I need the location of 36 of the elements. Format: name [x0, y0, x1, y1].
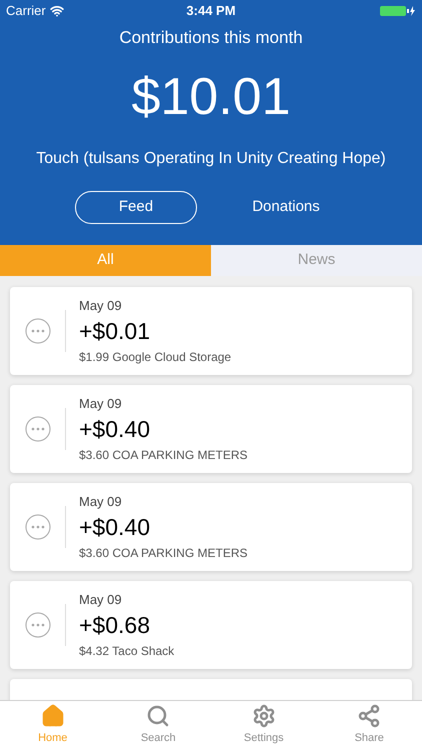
- transaction-card[interactable]: May 09 +$0.68 $4.32 Taco Shack: [10, 581, 412, 669]
- transaction-description: $4.32 Taco Shack: [79, 643, 174, 660]
- transaction-date: May 09: [79, 394, 123, 413]
- transaction-date: May 09: [79, 590, 123, 609]
- more-icon[interactable]: [24, 416, 50, 442]
- tab-bar-item[interactable]: Share: [316, 701, 422, 750]
- transaction-amount: +$0.40: [79, 513, 151, 542]
- search-icon: [146, 704, 170, 728]
- tab-bar-item[interactable]: Settings: [211, 701, 316, 750]
- transaction-amount: +$0.68: [79, 611, 151, 640]
- carrier-name: Carrier: [6, 2, 46, 20]
- more-icon[interactable]: [24, 514, 50, 540]
- transaction-card[interactable]: May 09 +$0.40 $3.60 COA PARKING METERS: [10, 385, 412, 473]
- contribution-amount: $10.01: [130, 70, 292, 122]
- settings-icon: [252, 704, 276, 728]
- battery-icon: [380, 5, 416, 17]
- transaction-amount: +$0.01: [79, 317, 151, 346]
- transaction-card[interactable]: May 09 +$0.40 $3.60 COA PARKING METERS: [10, 483, 412, 571]
- home-icon: [40, 704, 65, 728]
- more-icon[interactable]: [24, 318, 50, 344]
- view-toggle[interactable]: Donations: [225, 190, 347, 224]
- status-time: 3:44 PM: [186, 2, 236, 20]
- transaction-description: $3.60 COA PARKING METERS: [79, 545, 248, 562]
- share-icon: [357, 704, 382, 728]
- header-title: Contributions this month: [118, 27, 304, 49]
- tab-bar-item[interactable]: Search: [106, 701, 211, 750]
- view-toggle[interactable]: Feed: [75, 190, 197, 224]
- transaction-date: May 09: [79, 492, 123, 511]
- transaction-card[interactable]: May 09 +$0.01 $1.99 Google Cloud Storage: [10, 287, 412, 375]
- wifi-icon: [50, 4, 64, 18]
- transaction-description: $1.99 Google Cloud Storage: [79, 349, 232, 366]
- transaction-description: $3.60 COA PARKING METERS: [79, 447, 248, 464]
- transaction-date: May 09: [79, 296, 123, 315]
- organization-name: Touch (tulsans Operating In Unity Creating Hope): [35, 148, 387, 168]
- transaction-amount: +$0.40: [79, 415, 151, 444]
- more-icon[interactable]: [24, 612, 50, 638]
